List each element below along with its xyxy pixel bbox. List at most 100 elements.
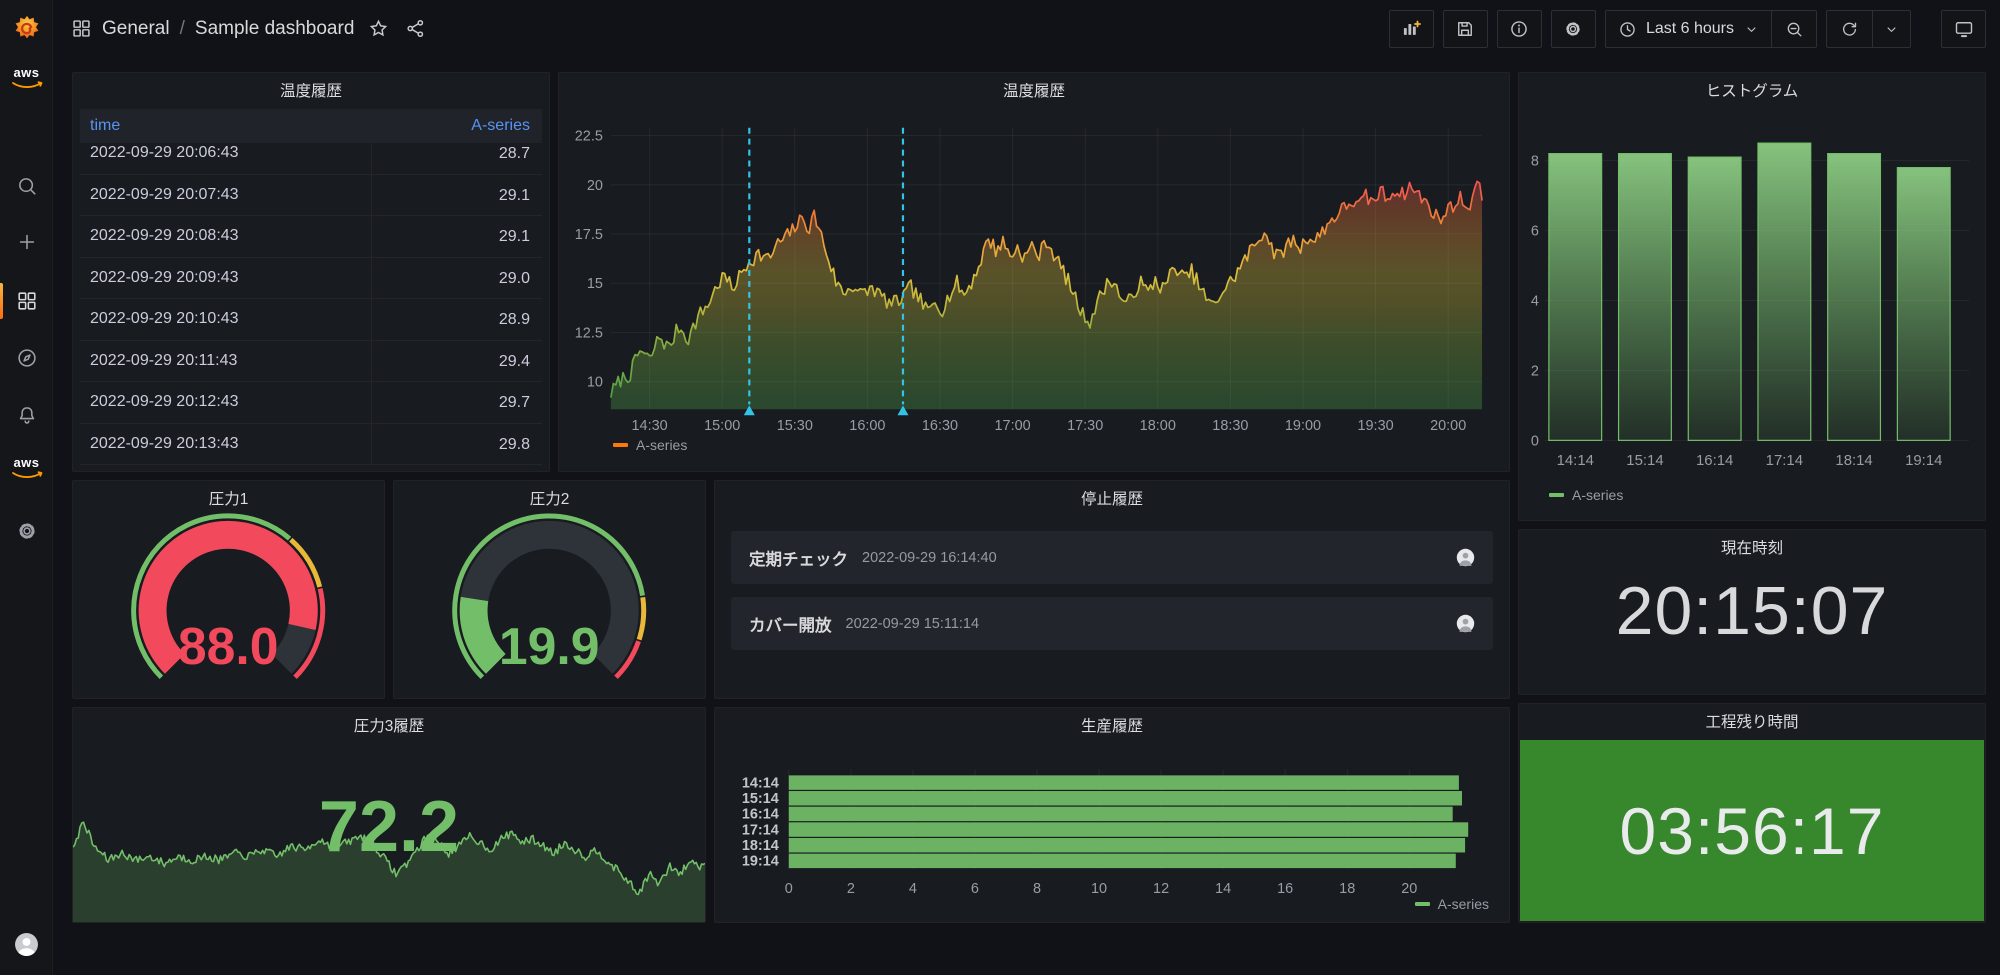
cell-time: 2022-09-29 20:12:43 [80, 393, 371, 411]
panel-title[interactable]: 圧力2 [394, 481, 705, 515]
cell-value: 28.7 [371, 143, 542, 174]
svg-text:19:14: 19:14 [742, 854, 779, 870]
svg-text:14:14: 14:14 [742, 775, 779, 791]
panel-title[interactable]: 温度履歴 [73, 73, 549, 107]
timeseries-chart[interactable]: 1012.51517.52022.514:3015:0015:3016:0016… [559, 73, 1509, 471]
refresh-interval-dropdown chevron-down-icon[interactable] [1872, 11, 1910, 47]
sidebar: aws aws [0, 0, 53, 975]
svg-text:14:14: 14:14 [1557, 452, 1594, 469]
svg-text:19:00: 19:00 [1285, 418, 1321, 434]
kiosk-tv-button monitor-icon[interactable] [1941, 10, 1986, 48]
panel-info-button info-icon[interactable] [1497, 10, 1542, 48]
cell-value: 29.7 [371, 382, 542, 423]
annotation-list: 定期チェック2022-09-29 16:14:40 カバー開放2022-09-29… [715, 531, 1509, 663]
gauge-pressure1: 88.0 [79, 507, 377, 696]
panel-histogram: ヒストグラム 0246814:1415:1416:1417:1418:1419:… [1518, 72, 1986, 521]
add-panel-button[interactable] [1389, 10, 1434, 48]
table-body[interactable]: 2022-09-29 20:06:4328.72022-09-29 20:07:… [80, 143, 542, 465]
time-range-picker[interactable]: Last 6 hours [1606, 11, 1771, 47]
panel-title[interactable]: 停止履歴 [715, 481, 1509, 515]
breadcrumb-folder[interactable]: General [102, 18, 170, 40]
sidebar-item-configuration gear-icon[interactable] [0, 506, 53, 556]
panel-title[interactable]: ヒストグラム [1519, 73, 1985, 107]
histogram-chart[interactable]: 0246814:1415:1416:1417:1418:1419:14 [1519, 73, 1985, 520]
svg-text:0: 0 [1531, 433, 1539, 449]
legend-swatch [1415, 902, 1430, 906]
sidebar-item-dashboards[interactable] [0, 276, 53, 326]
svg-text:18:14: 18:14 [742, 838, 779, 854]
legend-label: A-series [1572, 487, 1623, 503]
cell-time: 2022-09-29 20:08:43 [80, 227, 371, 245]
svg-text:8: 8 [1033, 881, 1041, 897]
svg-text:17:30: 17:30 [1067, 418, 1103, 434]
svg-text:6: 6 [1531, 224, 1539, 240]
legend-a-series[interactable]: A-series [1415, 896, 1489, 912]
svg-text:18:14: 18:14 [1835, 452, 1872, 469]
svg-text:19.9: 19.9 [499, 617, 600, 675]
panel-title[interactable]: 工程残り時間 [1519, 704, 1985, 738]
grafana-logo[interactable] [0, 4, 53, 54]
svg-text:4: 4 [909, 881, 917, 897]
share-icon[interactable] [405, 18, 426, 39]
cell-time: 2022-09-29 20:13:43 [80, 435, 371, 453]
svg-text:16:14: 16:14 [1696, 452, 1733, 469]
svg-text:88.0: 88.0 [178, 617, 279, 675]
annotation-time: 2022-09-29 15:11:14 [846, 616, 980, 632]
aws-logo[interactable]: aws [0, 57, 53, 107]
cell-value: 28.9 [371, 299, 542, 340]
refresh-group [1826, 10, 1911, 48]
svg-text:20: 20 [1401, 881, 1417, 897]
active-indicator [0, 283, 3, 319]
svg-text:0: 0 [785, 881, 793, 897]
star-icon[interactable] [368, 18, 389, 39]
svg-text:18:30: 18:30 [1212, 418, 1248, 434]
zoom-out-time-button[interactable] [1771, 11, 1816, 47]
chevron-down-icon [1744, 22, 1759, 37]
cell-value: 29.4 [371, 341, 542, 382]
svg-text:2: 2 [1531, 363, 1539, 379]
annotation-label: 定期チェック [749, 546, 848, 570]
breadcrumb-dashboard-title[interactable]: Sample dashboard [195, 18, 355, 40]
panel-title[interactable]: 圧力3履歴 [73, 708, 705, 742]
clock-icon [1618, 20, 1637, 39]
svg-text:16:30: 16:30 [922, 418, 958, 434]
annotation-list-item[interactable]: 定期チェック2022-09-29 16:14:40 [731, 531, 1493, 584]
sidebar-item-alerting bell-icon[interactable] [0, 390, 53, 440]
stat-value: 72.2 [73, 786, 705, 868]
create-plus-icon[interactable] [0, 217, 53, 267]
column-header-a-series[interactable]: A-series [371, 117, 542, 135]
svg-text:4: 4 [1531, 293, 1539, 309]
annotation-list-item[interactable]: カバー開放2022-09-29 15:11:14 [731, 597, 1493, 650]
countdown-body: 03:56:17 [1520, 740, 1984, 921]
column-header-time[interactable]: time [80, 117, 371, 135]
sidebar-item-explore compass-icon[interactable] [0, 333, 53, 383]
legend-a-series[interactable]: A-series [613, 437, 687, 453]
svg-text:10: 10 [1091, 881, 1107, 897]
panel-title[interactable]: 現在時刻 [1519, 530, 1985, 564]
countdown-time: 03:56:17 [1620, 793, 1885, 869]
panel-title[interactable]: 圧力1 [73, 481, 384, 515]
dashboard-settings-button gear-icon[interactable] [1551, 10, 1596, 48]
table-row: 2022-09-29 20:07:4329.1 [80, 175, 542, 217]
breadcrumb-separator: / [180, 18, 185, 40]
table-row: 2022-09-29 20:08:4329.1 [80, 216, 542, 258]
cell-time: 2022-09-29 20:11:43 [80, 352, 371, 370]
panel-gauge-pressure1: 圧力1 88.0 [72, 480, 385, 699]
svg-text:8: 8 [1531, 154, 1539, 170]
user-avatar-icon [1456, 548, 1475, 567]
panel-title[interactable]: 温度履歴 [559, 73, 1509, 107]
svg-text:15: 15 [587, 276, 603, 292]
svg-text:6: 6 [971, 881, 979, 897]
user-avatar[interactable] [0, 919, 53, 969]
refresh-button[interactable] [1827, 11, 1872, 47]
sidebar-item-aws[interactable]: aws [0, 447, 53, 497]
panel-temperature-timeseries: 温度履歴 1012.51517.52022.514:3015:0015:3016… [558, 72, 1510, 472]
panel-remaining-time: 工程残り時間 03:56:17 [1518, 703, 1986, 923]
panel-gauge-pressure2: 圧力2 19.9 [393, 480, 706, 699]
search-icon[interactable] [0, 161, 53, 211]
legend-a-series[interactable]: A-series [1549, 487, 1623, 503]
panel-title[interactable]: 生産履歴 [715, 708, 1509, 742]
svg-text:16: 16 [1277, 881, 1293, 897]
cell-value: 29.8 [371, 424, 542, 465]
save-dashboard-button floppy-icon[interactable] [1443, 10, 1488, 48]
